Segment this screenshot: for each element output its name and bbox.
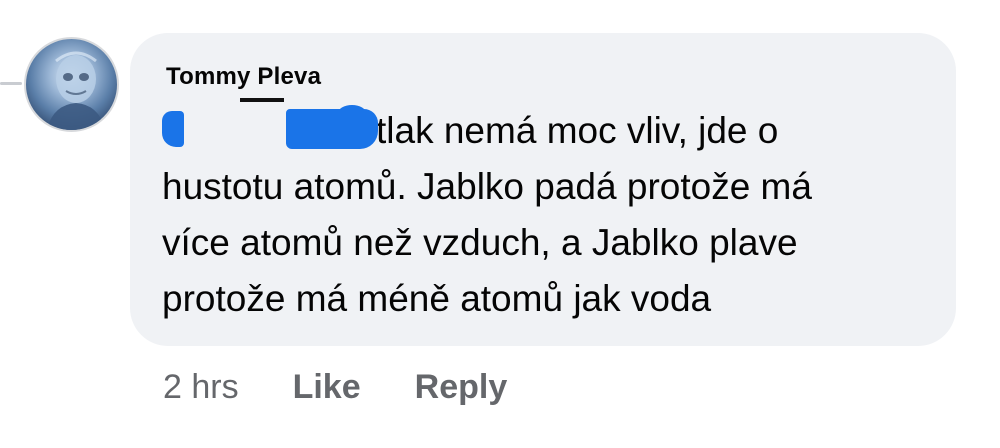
comment-text-line-1: tlak nemá moc vliv, jde o	[162, 98, 942, 159]
avatar[interactable]	[24, 37, 119, 132]
comment-text-line-3: více atomů než vzduch, a Jablko plave	[162, 222, 798, 263]
profile-photo-icon	[46, 51, 106, 130]
comment-timestamp[interactable]: 2 hrs	[163, 368, 239, 407]
comment-text-line-2: hustotu atomů. Jablko padá protože má	[162, 166, 812, 207]
thread-connector-line	[0, 82, 22, 85]
comment-bubble: Tommy Pleva tlak nemá moc vliv, jde o hu…	[130, 33, 956, 346]
comment-author[interactable]: Tommy Pleva	[166, 63, 321, 91]
reply-button[interactable]: Reply	[415, 368, 508, 407]
comment-container: Tommy Pleva tlak nemá moc vliv, jde o hu…	[0, 0, 1000, 448]
like-button[interactable]: Like	[293, 368, 361, 407]
comment-text-line-4: protože má méně atomů jak voda	[162, 278, 712, 319]
comment-actions: 2 hrs Like Reply	[163, 368, 561, 407]
comment-text-fragment: tlak nemá moc vliv, jde o	[376, 110, 779, 151]
comment-text: tlak nemá moc vliv, jde o hustotu atomů.…	[162, 98, 942, 327]
redaction-mark	[162, 98, 378, 149]
